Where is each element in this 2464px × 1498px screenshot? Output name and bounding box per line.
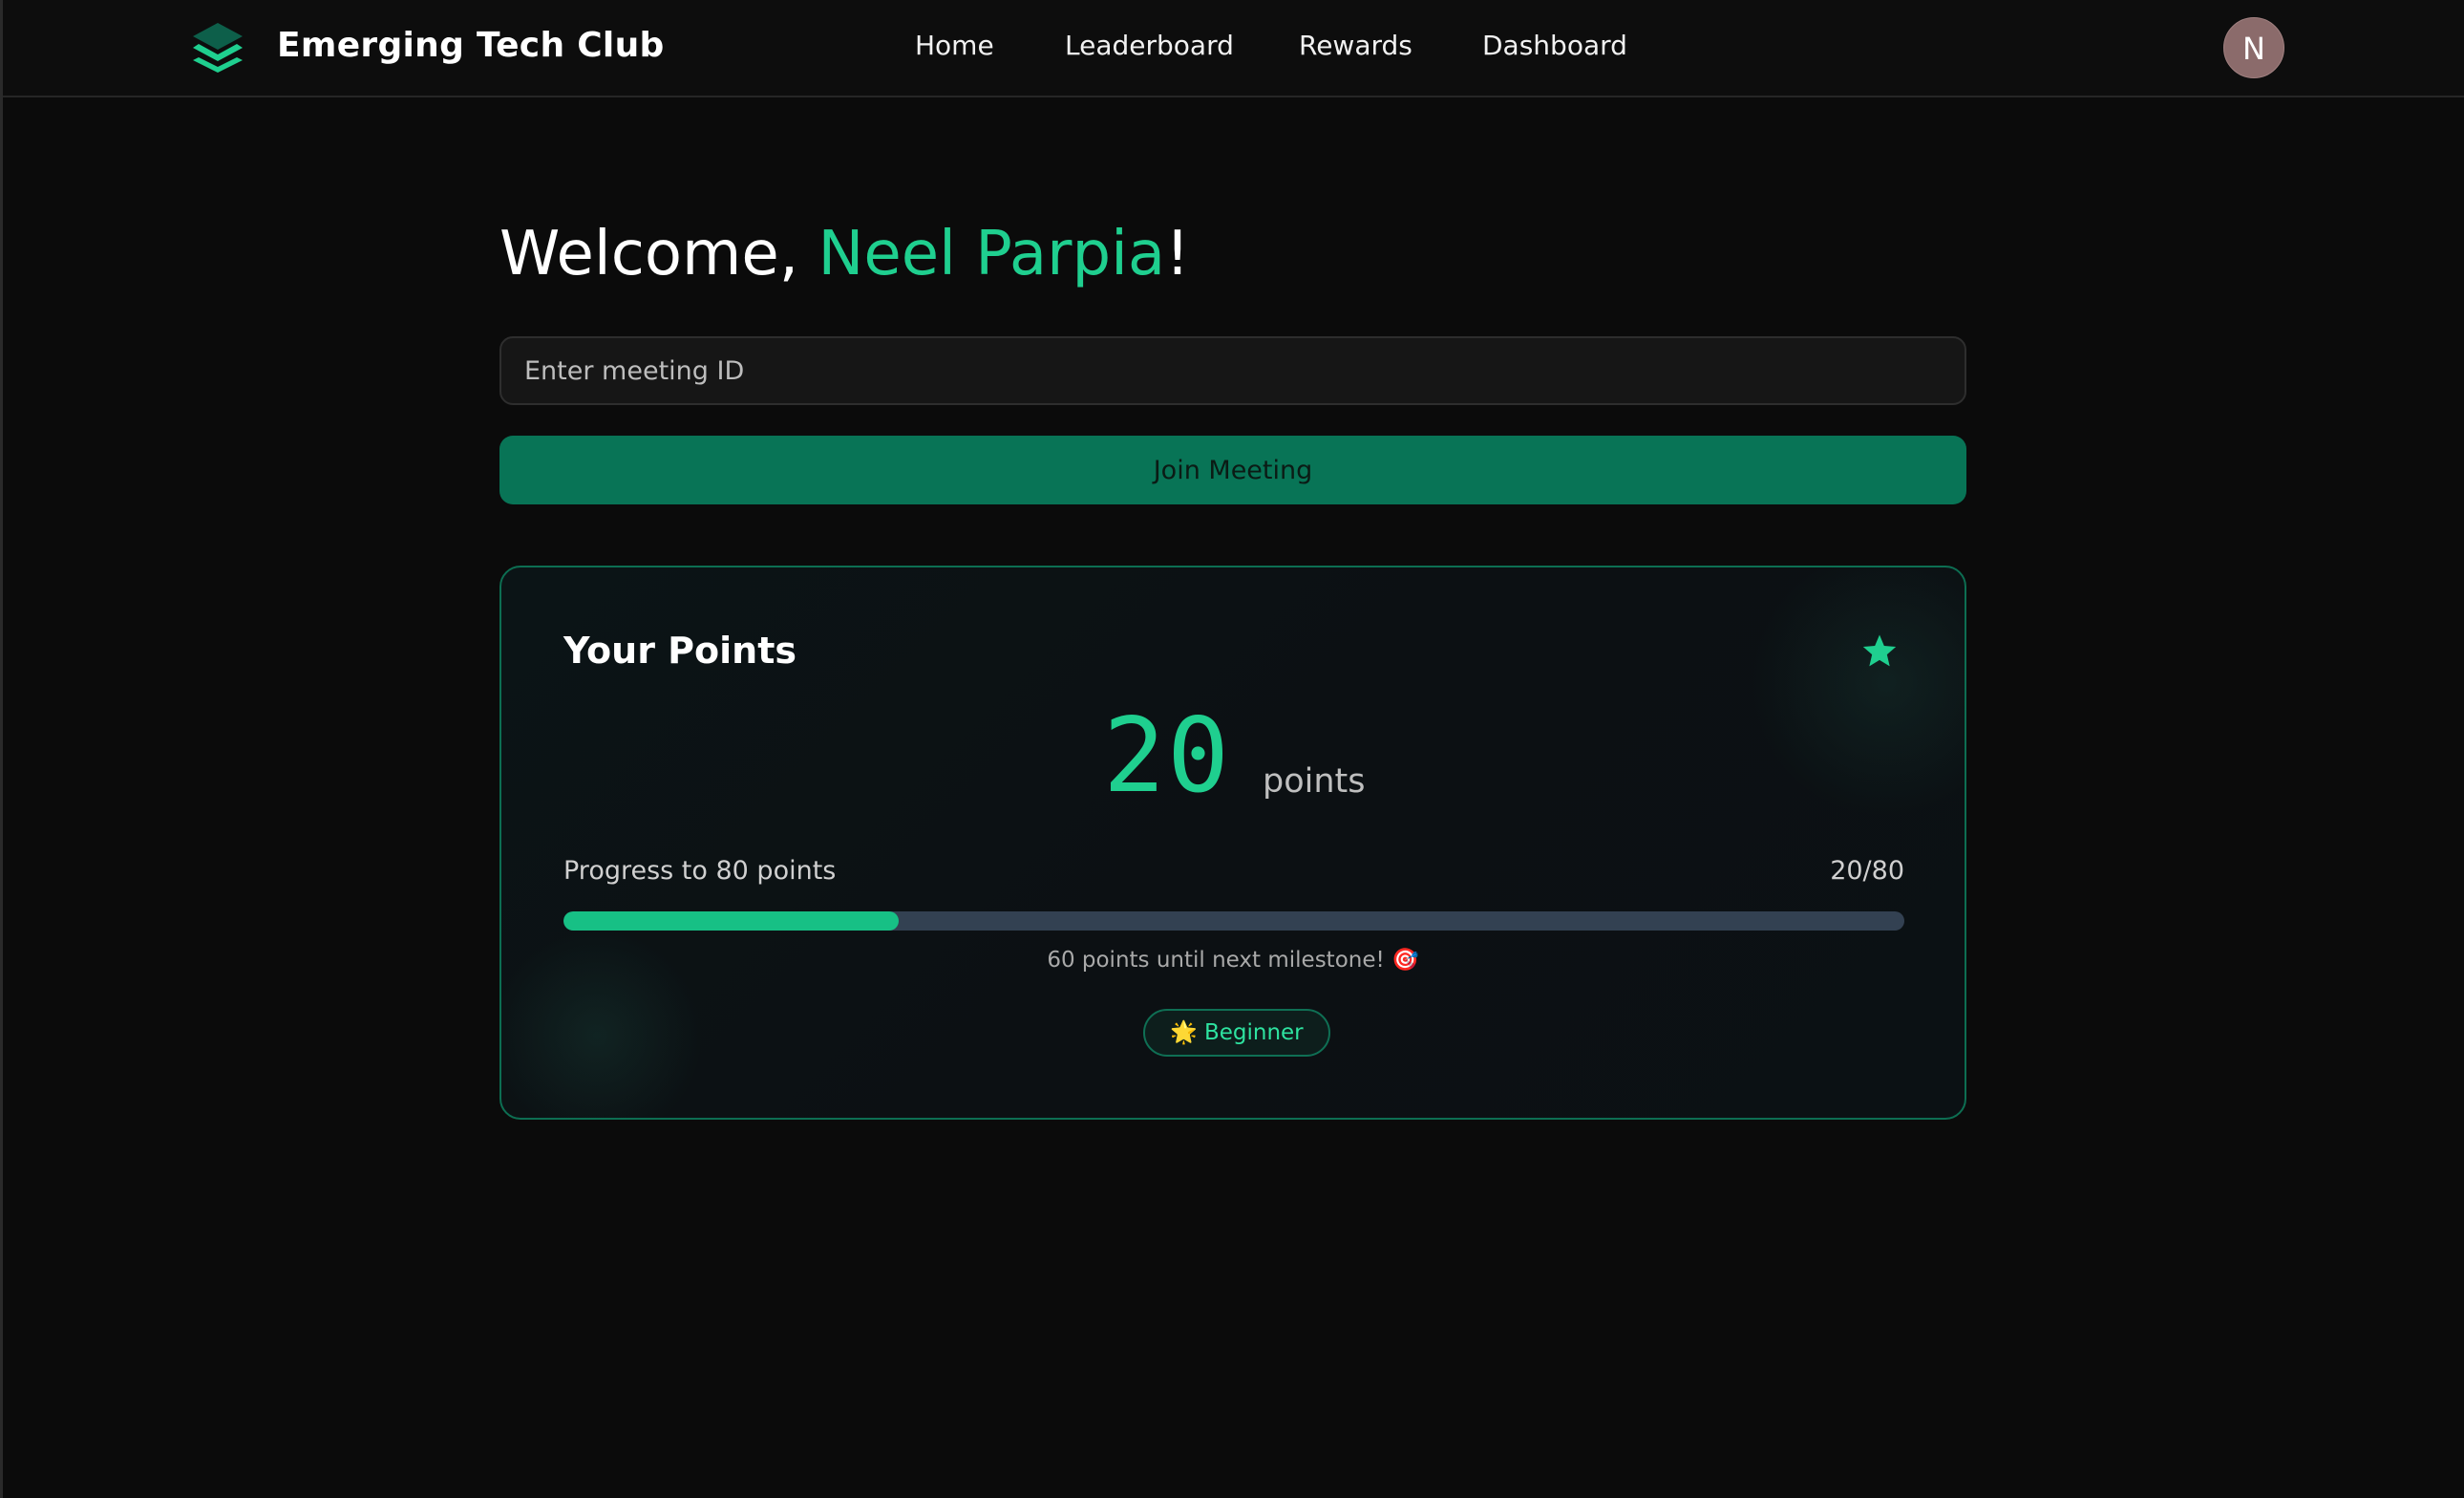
progress-count: 20/80: [1830, 856, 1904, 886]
window-edge: [0, 0, 3, 1498]
stacked-layers-icon[interactable]: [191, 21, 244, 75]
welcome-heading: Welcome, Neel Parpia!: [499, 212, 1190, 296]
milestone-text: 60 points until next milestone! 🎯: [1047, 948, 1419, 973]
level-badge: 🌟 Beginner: [1143, 1009, 1330, 1057]
brand-name[interactable]: Emerging Tech Club: [277, 21, 665, 71]
progress-label: Progress to 80 points: [563, 856, 837, 886]
points-card-title: Your Points: [563, 630, 797, 672]
points-unit: points: [1263, 762, 1366, 801]
nav-rewards[interactable]: Rewards: [1299, 27, 1413, 65]
progress-bar-fill: [563, 911, 899, 931]
user-name: Neel Parpia: [818, 219, 1166, 289]
navbar: Emerging Tech Club Home Leaderboard Rewa…: [3, 0, 2464, 97]
progress-bar: [563, 911, 1904, 931]
nav-leaderboard[interactable]: Leaderboard: [1065, 27, 1234, 65]
welcome-suffix: !: [1165, 219, 1190, 289]
meeting-id-input[interactable]: [499, 336, 1966, 405]
welcome-prefix: Welcome,: [499, 219, 818, 289]
points-value: 20: [1103, 696, 1232, 816]
star-icon: [1862, 634, 1897, 667]
avatar[interactable]: N: [2223, 17, 2284, 78]
points-card: Your Points 20 points Progress to 80 poi…: [499, 566, 1966, 1120]
join-meeting-button[interactable]: Join Meeting: [499, 436, 1966, 504]
nav-home[interactable]: Home: [915, 27, 994, 65]
nav-dashboard[interactable]: Dashboard: [1482, 27, 1627, 65]
